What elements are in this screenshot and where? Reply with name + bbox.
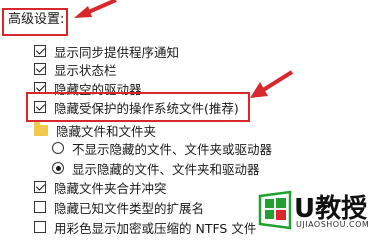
option-label: 用彩色显示加密或压缩的 NTFS 文件	[54, 220, 257, 236]
option-color-ntfs-files[interactable]: 用彩色显示加密或压缩的 NTFS 文件	[34, 216, 256, 238]
radio-show-hidden[interactable]	[52, 162, 64, 174]
brand-url: UJIAOSHOU.COM	[296, 220, 370, 229]
arrow-heading-icon	[74, 0, 117, 18]
section-heading: 高级设置:	[8, 12, 65, 27]
option-dont-show-hidden[interactable]: 不显示隐藏的文件、文件夹或驱动器	[52, 137, 272, 159]
checkbox-hide-folder-merge-conflicts[interactable]	[34, 181, 46, 193]
option-hide-known-extensions[interactable]: 隐藏已知文件类型的扩展名	[34, 196, 204, 218]
radio-dont-show-hidden[interactable]	[52, 142, 64, 154]
brand-watermark: U教授 UJIAOSHOU.COM	[258, 186, 370, 236]
arrow-option-icon	[250, 70, 294, 98]
option-label: 显示隐藏的文件、文件夹和驱动器	[72, 161, 260, 177]
checkbox-status-bar[interactable]	[34, 63, 46, 75]
checkbox-sync-notifications[interactable]	[34, 45, 46, 57]
windows-logo-icon	[258, 190, 292, 230]
checkbox-color-ntfs-files[interactable]	[34, 221, 46, 233]
option-label: 隐藏已知文件类型的扩展名	[54, 200, 205, 216]
option-label: 不显示隐藏的文件、文件夹或驱动器	[72, 141, 273, 157]
option-label: 隐藏文件夹合并冲突	[54, 180, 167, 196]
option-highlight-box	[26, 92, 250, 122]
option-hide-folder-merge-conflicts[interactable]: 隐藏文件夹合并冲突	[34, 176, 167, 198]
checkbox-hide-known-extensions[interactable]	[34, 201, 46, 213]
option-label: 显示状态栏	[54, 62, 117, 78]
folder-icon	[34, 121, 48, 136]
